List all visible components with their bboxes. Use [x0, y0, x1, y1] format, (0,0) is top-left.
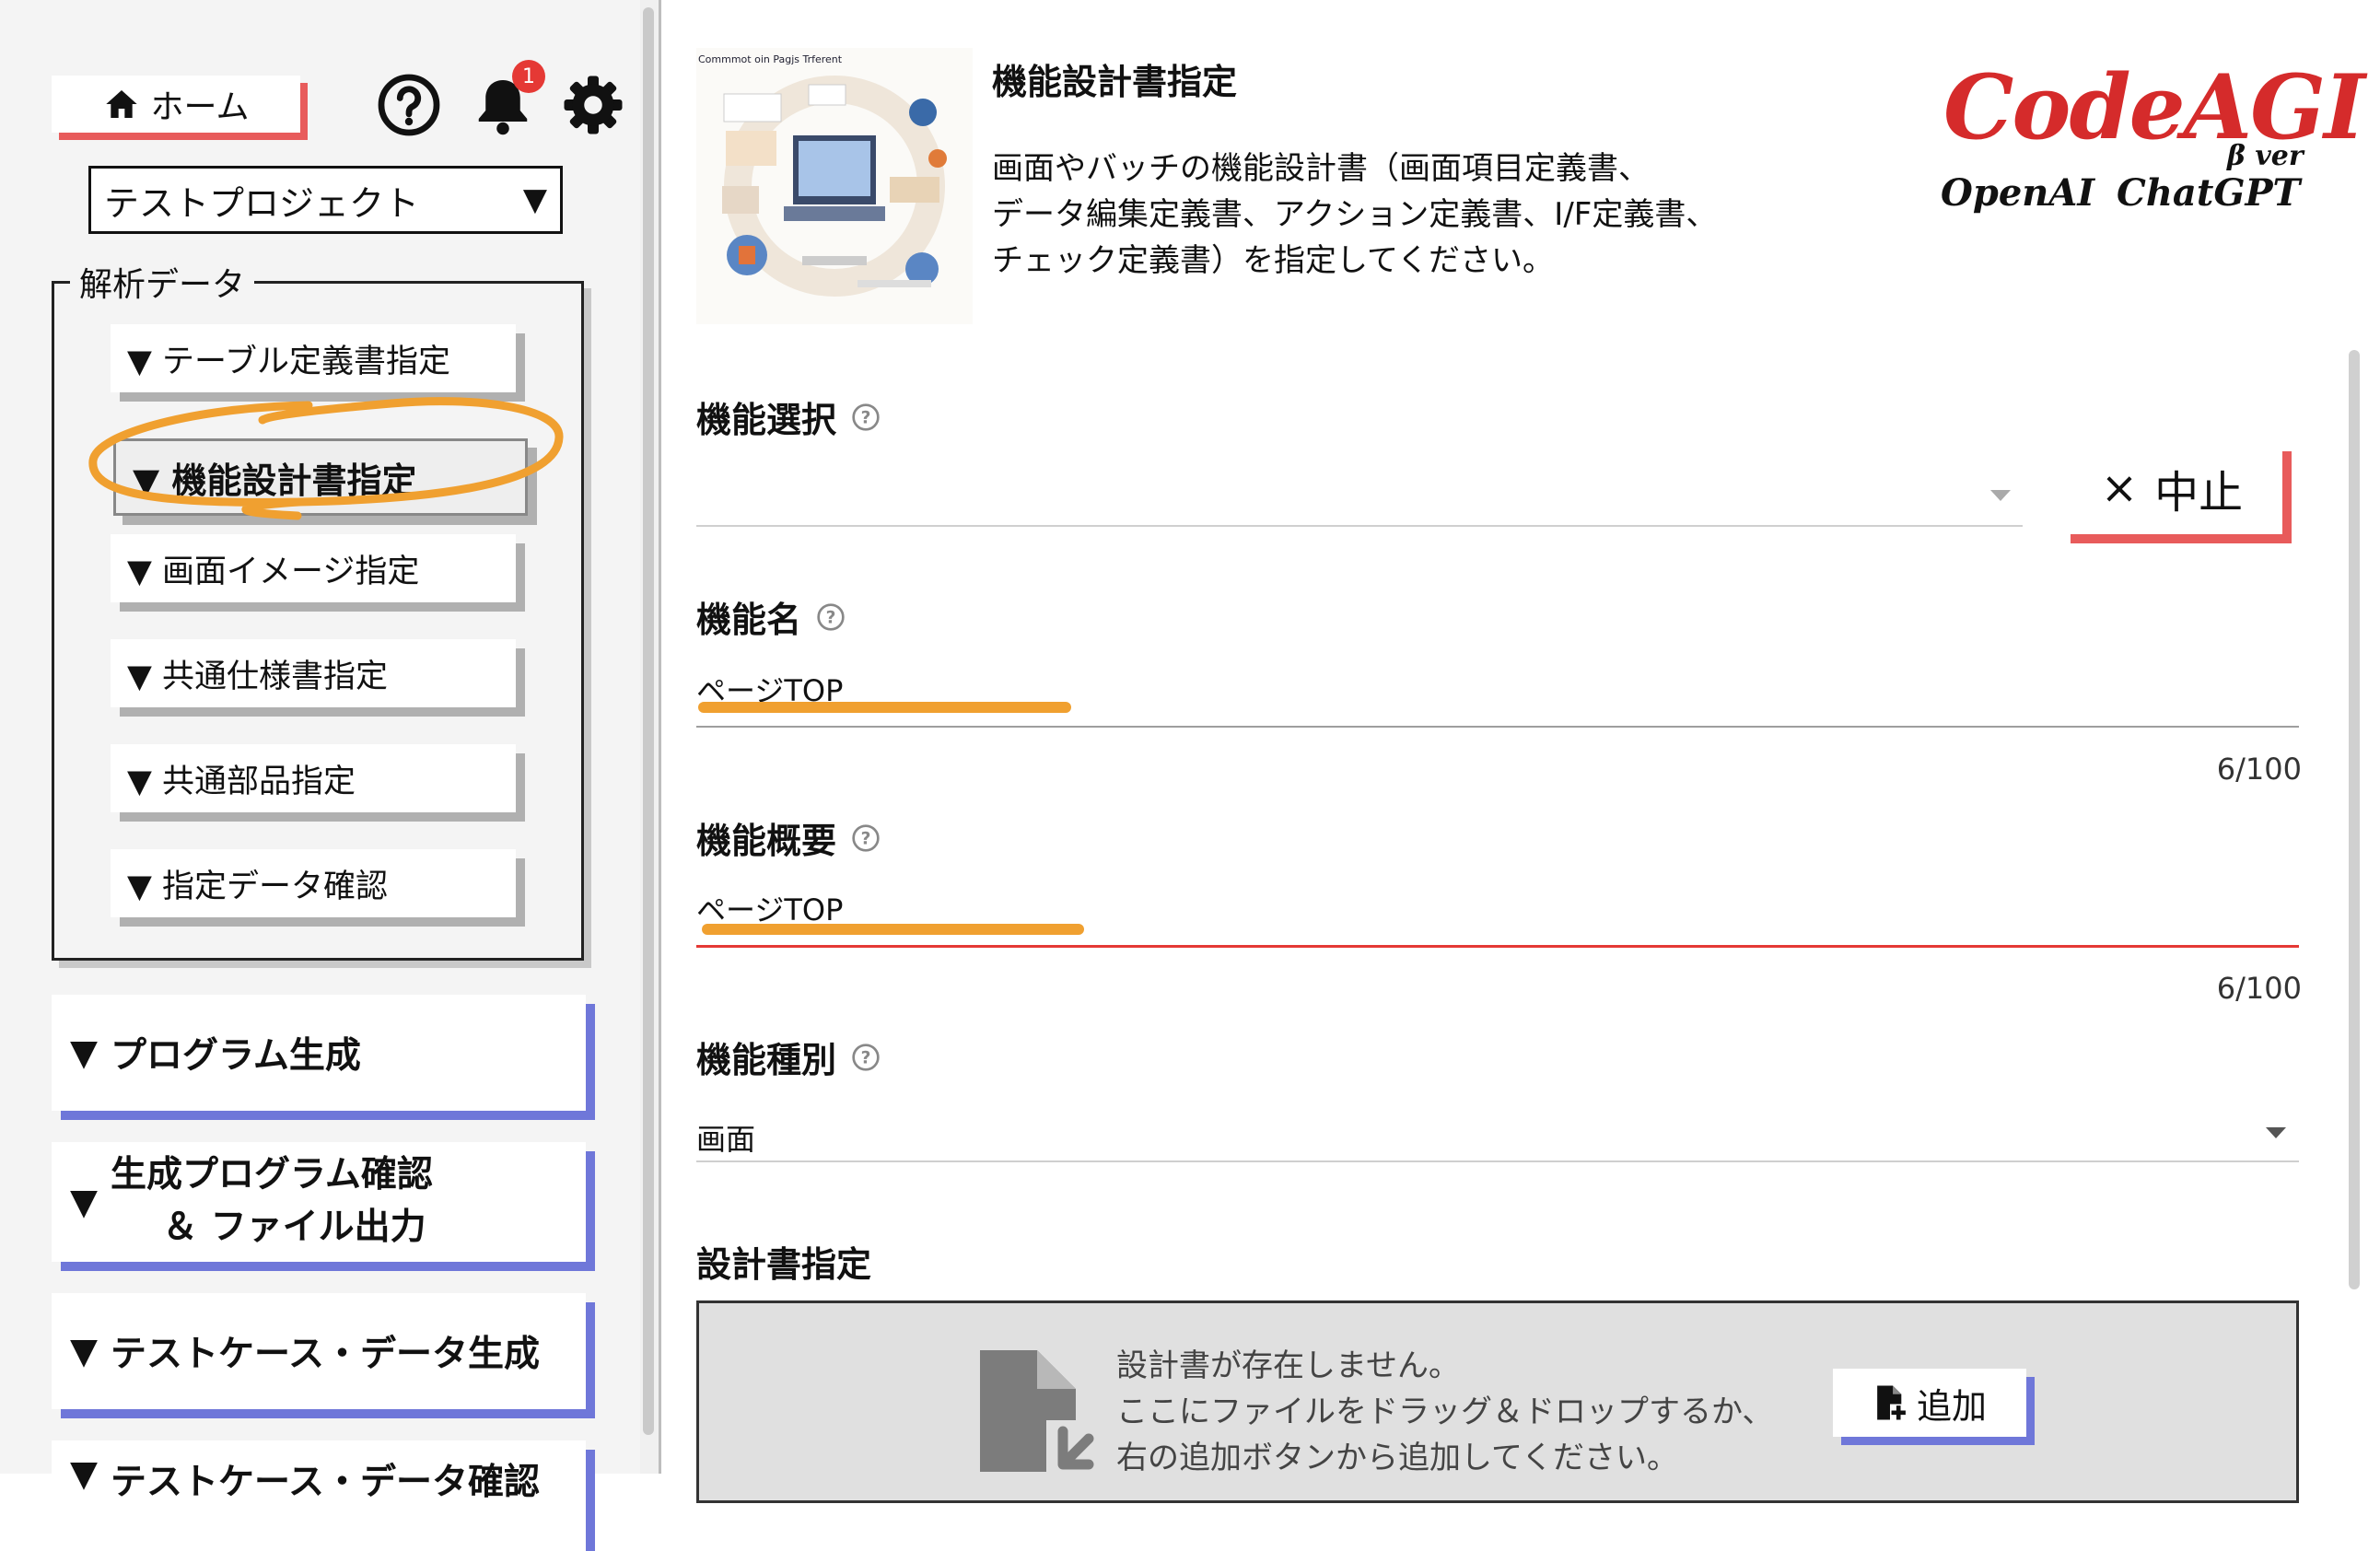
nav-data-confirm[interactable]: ▼ 指定データ確認 — [111, 849, 516, 917]
nav-program-generation-label: プログラム生成 — [111, 1035, 361, 1077]
page-description-line: 画面やバッチの機能設計書（画面項目定義書、 — [992, 150, 1650, 187]
collapse-triangle-icon: ▼ — [70, 1181, 98, 1223]
function-name-underline — [696, 726, 2299, 728]
project-select-value: テストプロジェクト — [104, 182, 420, 224]
drop-zone-message-line: 右の追加ボタンから追加してください。 — [1116, 1440, 1678, 1476]
nav-common-spec[interactable]: ▼ 共通仕様書指定 — [111, 639, 516, 707]
dropdown-arrow-icon: ▼ — [522, 181, 547, 218]
sidebar-scrollbar-thumb[interactable] — [643, 7, 654, 1435]
function-type-label: 機能種別 ? — [696, 1032, 881, 1082]
svg-text:?: ? — [861, 829, 871, 848]
add-file-button-label: 追加 — [1916, 1385, 1987, 1427]
sidebar-scrollbar[interactable] — [640, 0, 659, 1474]
page-description: 画面やバッチの機能設計書（画面項目定義書、 データ編集定義書、アクション定義書、… — [992, 146, 1821, 284]
svg-text:?: ? — [826, 608, 836, 627]
function-select[interactable] — [696, 472, 2013, 518]
nav-screen-image[interactable]: ▼ 画面イメージ指定 — [111, 534, 516, 602]
function-summary-underline — [696, 945, 2299, 948]
codeagi-logo: CodeAGI β ver OpenAI ChatGPT — [1934, 55, 2365, 230]
thumbnail-caption: Commmot oin Pagjs Trferent — [698, 53, 843, 65]
svg-text:?: ? — [861, 1048, 871, 1067]
home-button-label: ホーム — [150, 88, 250, 126]
function-summary-label: 機能概要 ? — [696, 812, 881, 863]
cancel-button[interactable]: × 中止 — [2061, 442, 2282, 534]
home-icon — [105, 90, 137, 118]
spec-section-label: 設計書指定 — [696, 1236, 871, 1287]
project-select[interactable]: テストプロジェクト ▼ — [88, 166, 563, 234]
page-description-line: データ編集定義書、アクション定義書、I/F定義書、 — [992, 196, 1718, 233]
analysis-data-legend: 解析データ — [70, 258, 255, 306]
nav-testcase-generation-label: テストケース・データ生成 — [111, 1334, 541, 1375]
nav-program-confirm-label-line1: 生成プログラム確認 — [111, 1154, 433, 1196]
collapse-triangle-icon: ▼ — [70, 1453, 98, 1495]
file-upload-icon — [980, 1350, 1094, 1474]
help-circle-icon[interactable]: ? — [851, 1043, 881, 1072]
home-button[interactable]: ホーム — [52, 76, 300, 133]
function-select-label-text: 機能選択 — [696, 400, 837, 440]
orange-highlight-underline — [702, 924, 1084, 935]
function-spec-illustration: Commmot oin Pagjs Trferent — [696, 48, 973, 324]
svg-text:?: ? — [861, 408, 871, 427]
collapse-triangle-icon: ▼ — [70, 1032, 98, 1074]
nav-testcase-confirm-label: テストケース・データ確認 — [111, 1462, 541, 1503]
close-icon: × — [2100, 462, 2139, 514]
nav-program-confirm-output[interactable]: ▼ 生成プログラム確認 ＆ ファイル出力 — [52, 1142, 586, 1262]
page-description-line: チェック定義書）を指定してください。 — [992, 242, 1554, 279]
page-scrollbar[interactable] — [2349, 350, 2360, 1289]
collapse-triangle-icon: ▼ — [70, 1330, 98, 1372]
nav-program-generation[interactable]: ▼ プログラム生成 — [52, 995, 586, 1111]
drop-zone-message: 設計書が存在しません。 ここにファイルをドラッグ＆ドロップするか、 右の追加ボタ… — [1116, 1343, 1773, 1481]
logo-chatgpt: ChatGPT — [2117, 171, 2301, 215]
nav-common-parts[interactable]: ▼ 共通部品指定 — [111, 744, 516, 812]
orange-highlight-circle — [88, 397, 564, 520]
notification-badge: 1 — [512, 60, 545, 93]
help-circle-icon[interactable]: ? — [851, 823, 881, 853]
function-type-label-text: 機能種別 — [696, 1040, 837, 1080]
function-summary-counter: 6/100 — [2216, 971, 2302, 1006]
function-select-label: 機能選択 ? — [696, 391, 881, 442]
page-title: 機能設計書指定 — [992, 62, 1238, 102]
orange-highlight-underline — [698, 702, 1071, 713]
function-name-label-text: 機能名 — [696, 600, 802, 640]
function-type-underline — [696, 1160, 2299, 1162]
help-icon[interactable] — [376, 72, 442, 138]
function-name-label: 機能名 ? — [696, 591, 846, 642]
logo-beta: β ver — [2227, 140, 2304, 172]
help-circle-icon[interactable]: ? — [816, 602, 846, 632]
nav-testcase-generation[interactable]: ▼ テストケース・データ生成 — [52, 1293, 586, 1409]
function-name-counter: 6/100 — [2216, 752, 2302, 787]
nav-table-definition[interactable]: ▼ テーブル定義書指定 — [111, 324, 516, 392]
function-type-arrow-icon — [2266, 1127, 2286, 1138]
cancel-button-label: 中止 — [2154, 467, 2244, 519]
function-select-arrow-icon — [1990, 490, 2011, 501]
add-file-button[interactable]: 追加 — [1833, 1369, 2026, 1437]
spec-section-label-text: 設計書指定 — [696, 1244, 872, 1285]
function-select-underline — [696, 525, 2023, 527]
nav-testcase-confirm[interactable]: ▼ テストケース・データ確認 — [52, 1440, 586, 1551]
file-add-icon — [1877, 1385, 1908, 1421]
panel-divider — [659, 0, 661, 1474]
function-summary-label-text: 機能概要 — [696, 821, 837, 861]
function-type-select[interactable]: 画面 — [696, 1116, 2299, 1159]
drop-zone-message-line: ここにファイルをドラッグ＆ドロップするか、 — [1116, 1394, 1774, 1430]
gear-icon[interactable] — [560, 72, 626, 138]
logo-openai: OpenAI — [1941, 171, 2095, 215]
drop-zone-message-line: 設計書が存在しません。 — [1116, 1347, 1460, 1384]
help-circle-icon[interactable]: ? — [851, 402, 881, 432]
nav-program-confirm-label-line2: ＆ ファイル出力 — [162, 1207, 426, 1248]
